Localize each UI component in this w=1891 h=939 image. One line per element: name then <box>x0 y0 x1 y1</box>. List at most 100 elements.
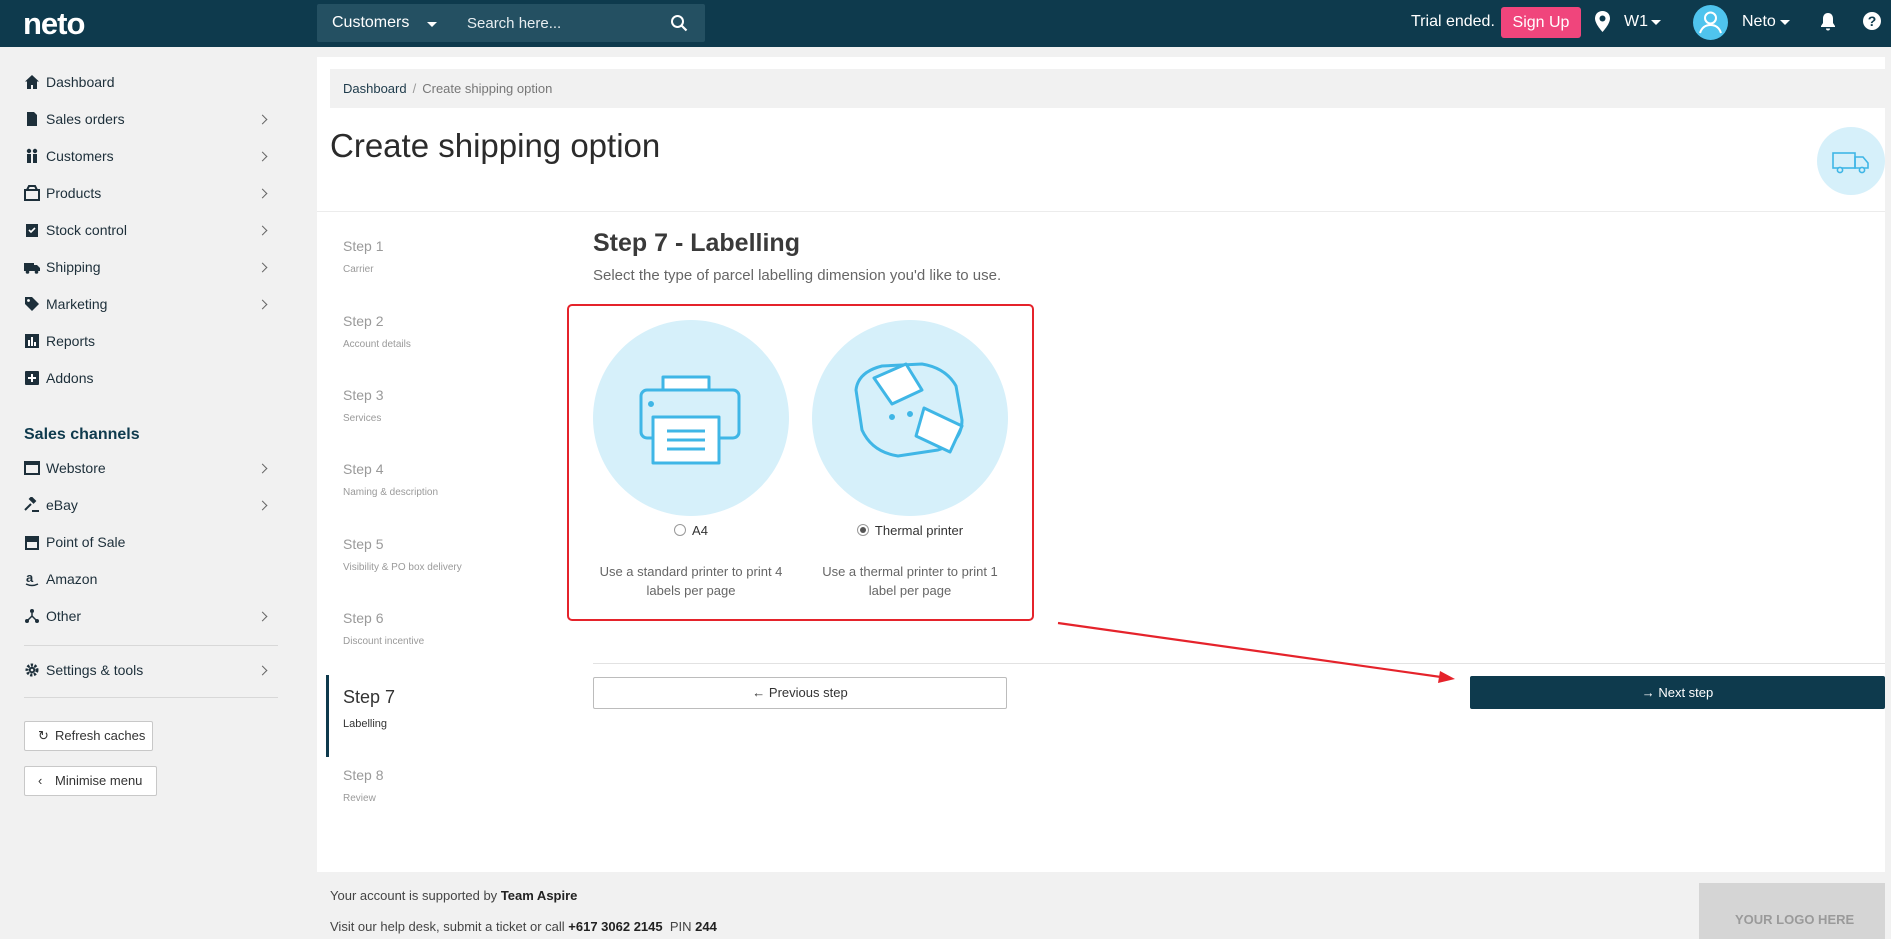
step-heading: Step 7 - Labelling <box>593 229 800 257</box>
sidebar-item-label: Other <box>46 608 82 624</box>
sidebar-item-label: Marketing <box>46 296 108 312</box>
option-description: Use a standard printer to print 4 labels… <box>599 564 783 598</box>
products-icon <box>24 185 40 201</box>
truck-icon <box>1832 152 1869 174</box>
previous-step-button[interactable]: ← Previous step <box>593 677 1007 709</box>
step-subtitle: Services <box>343 413 382 424</box>
chevron-down-icon[interactable] <box>427 22 437 27</box>
search-input[interactable]: Search here... <box>467 15 561 32</box>
step-item-2[interactable]: Step 2 Account details <box>343 313 411 350</box>
sidebar-item-label: Settings & tools <box>46 662 144 678</box>
step-title: Step 6 <box>343 610 384 626</box>
step-subtitle: Account details <box>343 339 411 350</box>
thermal-printer-radio[interactable] <box>856 524 869 536</box>
search-bar: Customers Search here... <box>317 4 705 42</box>
label-option-thermal[interactable]: Thermal printer Use a thermal printer to… <box>812 320 1008 598</box>
logo-placeholder-text: YOUR LOGO HERE <box>1735 912 1855 927</box>
sidebar-item-reports[interactable]: Reports <box>24 331 268 355</box>
step-item-3[interactable]: Step 3 Services <box>343 387 383 424</box>
minimise-menu-button[interactable]: ‹ Minimise menu <box>24 766 157 796</box>
sidebar-item-addons[interactable]: Addons <box>24 368 268 392</box>
step-item-1[interactable]: Step 1 Carrier <box>343 238 383 275</box>
location-pin-icon[interactable] <box>1594 11 1611 33</box>
option-radio-row[interactable]: A4 <box>593 523 789 538</box>
sidebar-divider <box>24 697 278 698</box>
step-subtitle: Naming & description <box>343 487 439 498</box>
sidebar-item-settings[interactable]: Settings & tools <box>24 660 268 684</box>
next-step-button[interactable]: → Next step <box>1470 676 1885 709</box>
chevron-right-icon <box>257 114 268 125</box>
refresh-caches-label: Refresh caches <box>55 728 146 743</box>
refresh-caches-button[interactable]: ↻ Refresh caches <box>24 721 153 751</box>
sidebar: Dashboard Sales orders Customers Product… <box>0 47 317 939</box>
user-menu[interactable]: Neto <box>1742 13 1776 31</box>
help-text: Visit our help desk, submit a ticket or … <box>330 919 717 934</box>
sidebar-item-label: eBay <box>46 497 78 513</box>
chevron-down-icon[interactable] <box>1651 20 1661 25</box>
search-icon[interactable] <box>670 14 688 32</box>
help-desk-link[interactable]: help desk <box>380 919 436 934</box>
sidebar-item-label: Reports <box>46 333 96 349</box>
sidebar-item-dashboard[interactable]: Dashboard <box>24 72 268 96</box>
sign-up-button[interactable]: Sign Up <box>1501 7 1581 38</box>
option-illustration[interactable] <box>593 320 789 516</box>
chevron-down-icon[interactable] <box>1780 20 1790 25</box>
sidebar-item-label: Shipping <box>46 259 101 275</box>
neto-logo[interactable]: neto <box>23 6 85 42</box>
bell-icon[interactable] <box>1819 12 1837 32</box>
chevron-right-icon <box>257 188 268 199</box>
option-description: Use a thermal printer to print 1 label p… <box>822 564 998 598</box>
sidebar-item-amazon[interactable]: a Amazon <box>24 569 268 593</box>
step-item-7[interactable]: Step 7 Labelling <box>343 687 395 730</box>
step-item-8[interactable]: Step 8 Review <box>343 767 383 804</box>
refresh-icon: ↻ <box>38 728 49 743</box>
sidebar-item-label: Customers <box>46 148 114 164</box>
sidebar-item-other[interactable]: Other <box>24 606 268 630</box>
top-bar: neto Customers Search here... Trial ende… <box>0 0 1891 47</box>
help-icon[interactable]: ? <box>1863 12 1881 30</box>
plus-box-icon <box>25 371 39 385</box>
sidebar-item-sales-orders[interactable]: Sales orders <box>24 109 268 133</box>
annotation-arrow <box>1057 621 1455 683</box>
arrow-left-icon: ← <box>752 685 769 700</box>
chevron-right-icon <box>257 262 268 273</box>
option-radio-row[interactable]: Thermal printer <box>812 523 1008 538</box>
step-title: Step 8 <box>343 767 384 783</box>
sidebar-item-shipping[interactable]: Shipping <box>24 257 268 281</box>
submit-ticket-link[interactable]: submit a ticket <box>443 919 526 934</box>
search-scope-select[interactable]: Customers <box>332 14 409 32</box>
users-icon <box>26 148 38 163</box>
sidebar-item-point-of-sale[interactable]: Point of Sale <box>24 532 268 556</box>
sidebar-item-marketing[interactable]: Marketing <box>24 294 268 318</box>
step-item-6[interactable]: Step 6 Discount incentive <box>343 610 424 647</box>
breadcrumb-dashboard-link[interactable]: Dashboard <box>343 81 407 96</box>
sidebar-item-label: Point of Sale <box>46 534 126 550</box>
svg-text:a: a <box>26 571 34 585</box>
step-subtitle: Review <box>343 793 376 804</box>
label-option-a4[interactable]: A4 Use a standard printer to print 4 lab… <box>593 320 789 598</box>
step-subtitle: Visibility & PO box delivery <box>343 562 462 573</box>
a4-radio[interactable] <box>674 524 687 536</box>
sidebar-item-label: Stock control <box>46 222 127 238</box>
amazon-icon: a <box>25 571 39 587</box>
step-item-4[interactable]: Step 4 Naming & description <box>343 461 438 498</box>
user-avatar[interactable] <box>1693 5 1728 40</box>
option-illustration[interactable] <box>812 320 1008 516</box>
step-title: Step 2 <box>343 313 384 329</box>
sidebar-item-label: Webstore <box>46 460 106 476</box>
step-title: Step 1 <box>343 238 384 254</box>
step-item-5[interactable]: Step 5 Visibility & PO box delivery <box>343 536 462 573</box>
sidebar-item-stock-control[interactable]: Stock control <box>24 220 268 244</box>
breadcrumb-separator: / <box>412 81 417 96</box>
title-badge <box>1817 127 1885 195</box>
option-label: Thermal printer <box>874 523 964 538</box>
sidebar-item-ebay[interactable]: eBay <box>24 495 268 519</box>
location-selector[interactable]: W1 <box>1624 13 1648 31</box>
step-title: Step 7 <box>343 687 396 707</box>
sidebar-item-products[interactable]: Products <box>24 183 268 207</box>
sidebar-item-customers[interactable]: Customers <box>24 146 268 170</box>
step-title: Step 4 <box>343 461 384 477</box>
user-icon <box>1699 11 1722 34</box>
sidebar-item-webstore[interactable]: Webstore <box>24 458 268 482</box>
sidebar-item-label: Dashboard <box>46 74 115 90</box>
